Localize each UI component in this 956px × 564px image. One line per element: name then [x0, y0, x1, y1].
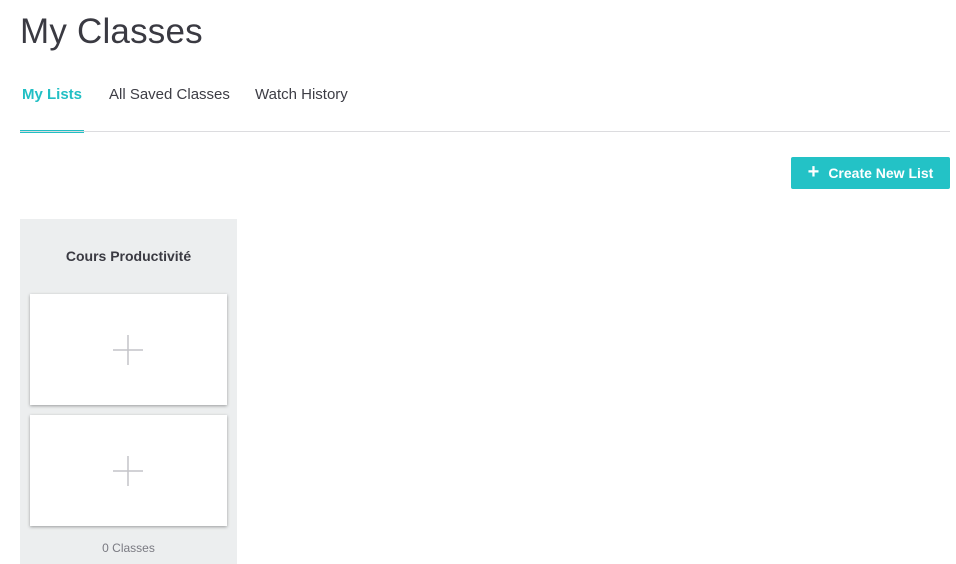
tab-watch-history[interactable]: Watch History	[255, 86, 348, 133]
list-card-cours-productivite[interactable]: Cours Productivité 0 Classes	[20, 219, 237, 564]
plus-icon: +	[807, 161, 820, 183]
list-title: Cours Productivité	[65, 248, 192, 264]
add-class-placeholder[interactable]	[30, 415, 227, 526]
class-count: 0 Classes	[102, 541, 155, 555]
tab-all-saved-classes[interactable]: All Saved Classes	[109, 86, 230, 133]
create-new-list-button[interactable]: + Create New List	[791, 157, 950, 189]
tab-my-lists[interactable]: My Lists	[20, 86, 84, 133]
create-new-list-label: Create New List	[828, 165, 934, 181]
tab-divider	[20, 131, 950, 132]
add-icon	[113, 456, 143, 486]
add-class-placeholder[interactable]	[30, 294, 227, 405]
add-icon	[113, 335, 143, 365]
tab-bar: My Lists All Saved Classes Watch History	[20, 0, 950, 133]
